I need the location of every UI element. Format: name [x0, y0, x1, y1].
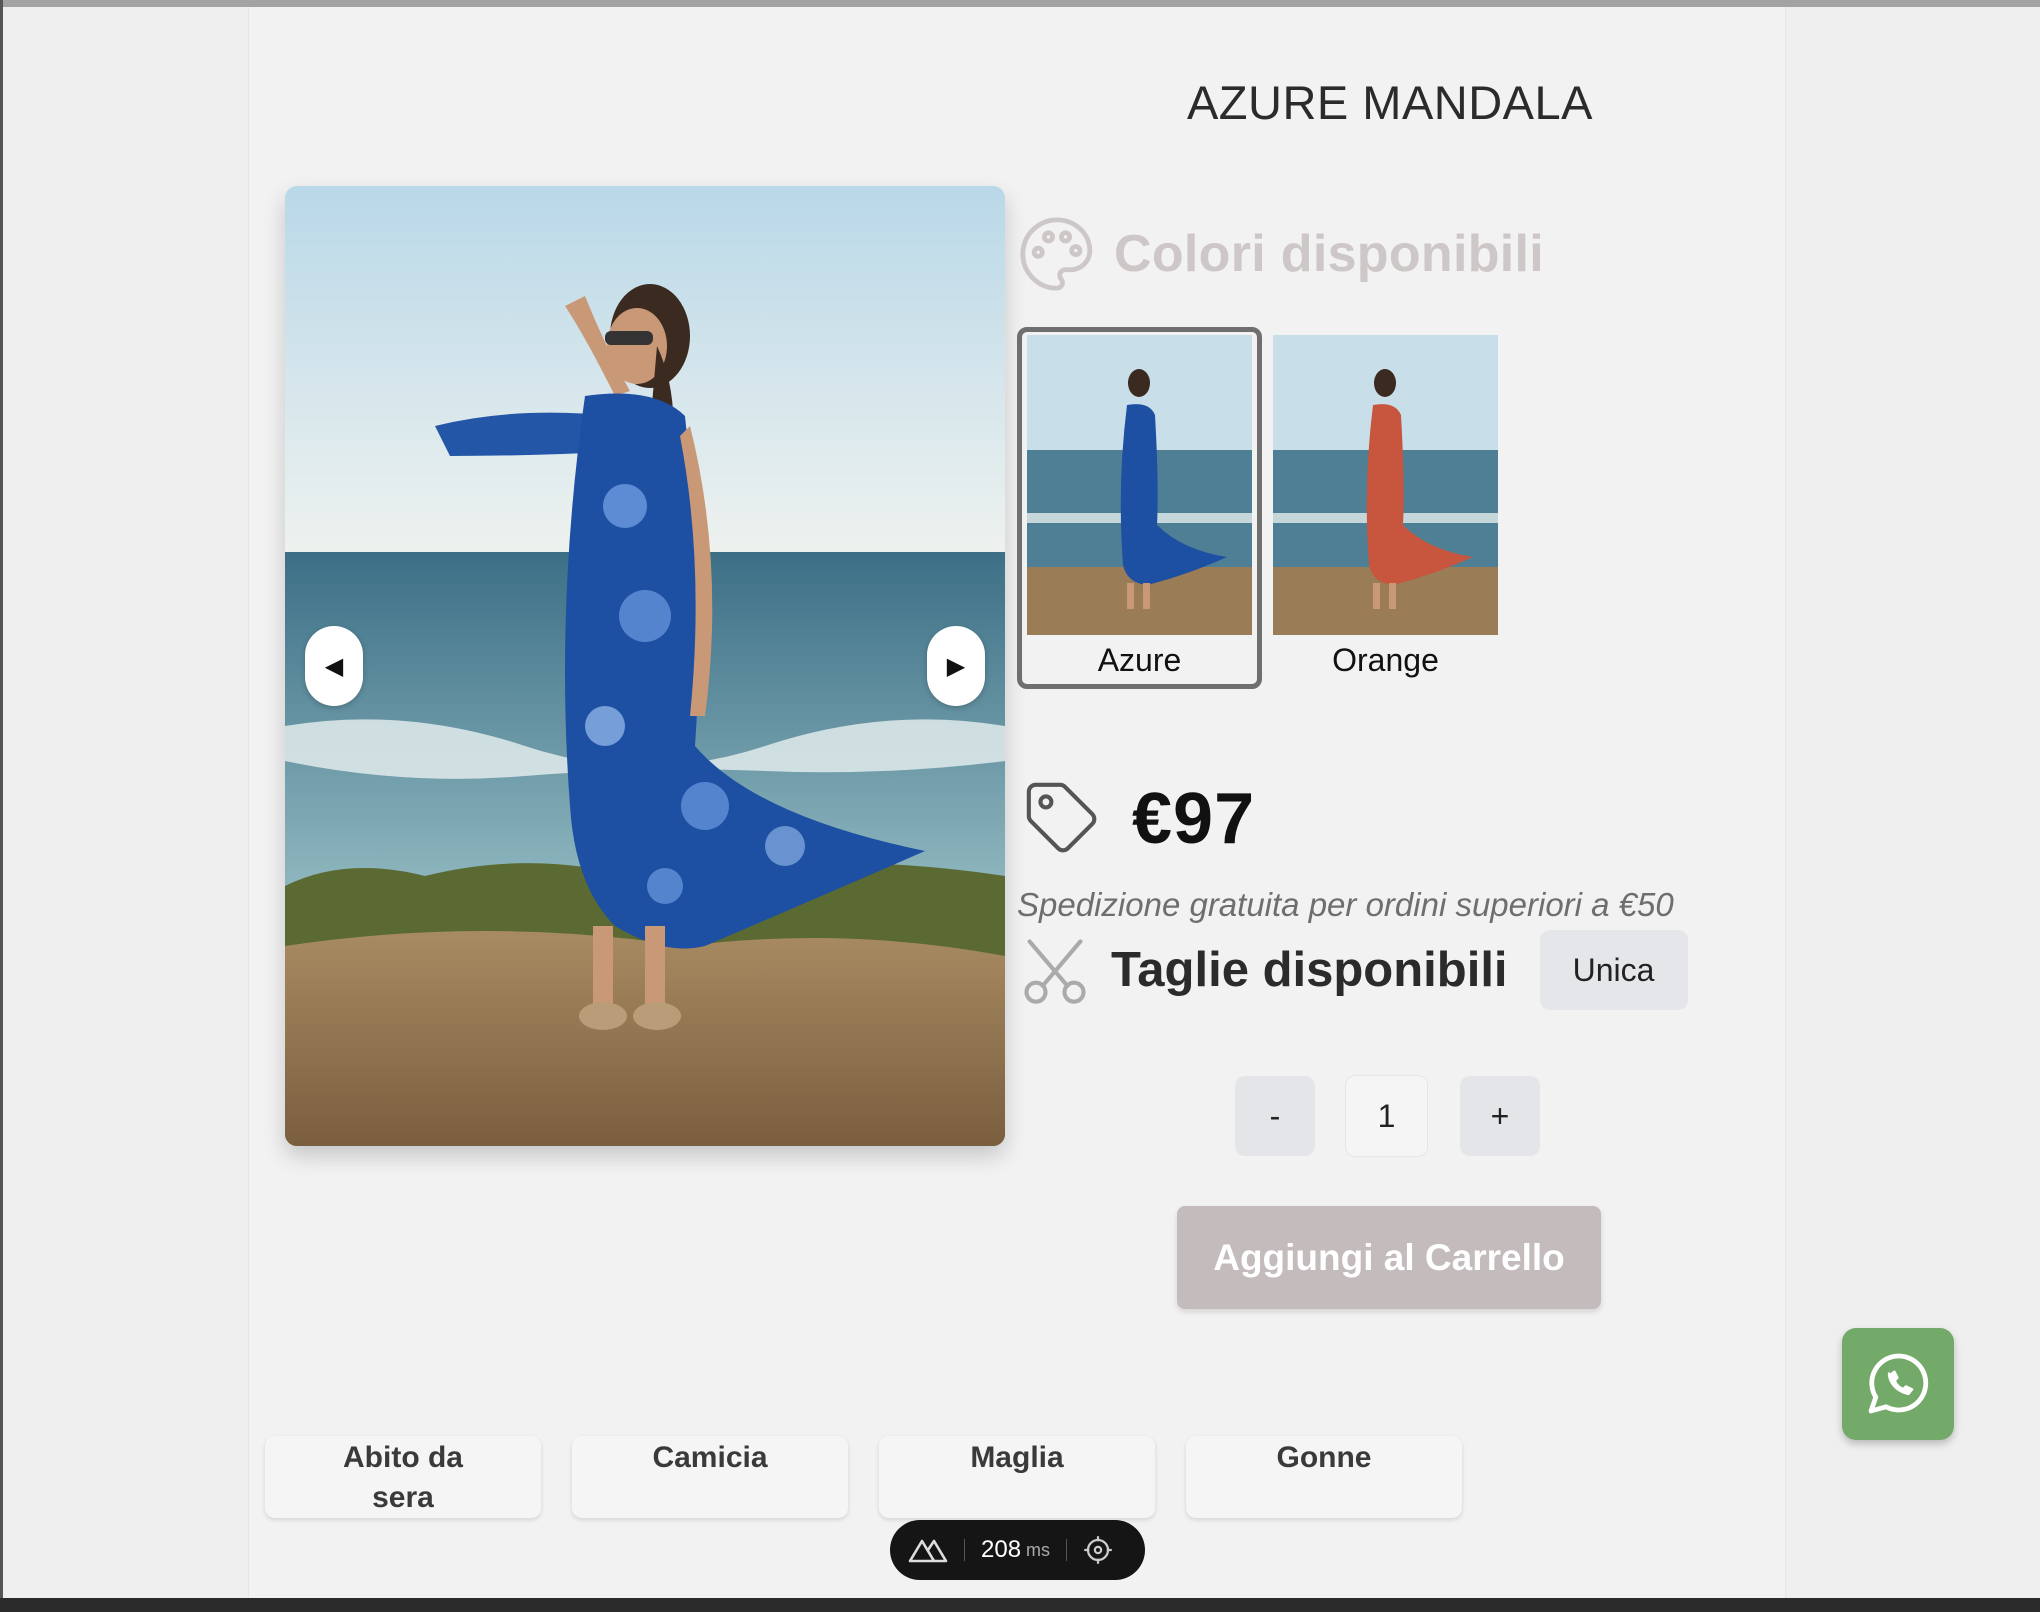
color-name-azure: Azure [1097, 642, 1182, 678]
product-gallery [285, 186, 1005, 1146]
palette-icon [1020, 217, 1093, 291]
render-time-unit: ms [1026, 1539, 1051, 1560]
whatsapp-button[interactable] [1842, 1328, 1954, 1440]
category-label: Gonne [1276, 1441, 1372, 1474]
category-label: Abito da sera [343, 1441, 463, 1514]
window-bottom-edge [0, 1598, 2040, 1612]
gallery-next-button[interactable]: ▶ [927, 626, 985, 706]
colors-heading-label: Colori disponibili [1114, 225, 1545, 283]
nuxt-logo-icon [908, 1539, 948, 1563]
window-left-edge [0, 0, 3, 1612]
whatsapp-icon [1868, 1353, 1929, 1414]
scissors-icon [1024, 939, 1086, 1004]
sizes-row: Taglie disponibili Unica [1017, 930, 1688, 1010]
quantity-value[interactable]: 1 [1345, 1075, 1428, 1157]
price-row: €97 [1022, 778, 1255, 860]
arrow-left-icon: ◀ [324, 652, 344, 680]
price-tag-icon [1026, 782, 1097, 853]
sizes-heading-label: Taglie disponibili [1111, 943, 1508, 997]
category-gonne[interactable]: Gonne [1186, 1436, 1462, 1518]
color-thumb-orange [1273, 335, 1498, 635]
target-icon[interactable] [1083, 1535, 1113, 1565]
color-name-orange: Orange [1332, 642, 1439, 678]
colors-heading: Colori disponibili [1016, 213, 1544, 295]
size-option-unica[interactable]: Unica [1539, 930, 1688, 1010]
category-maglia[interactable]: Maglia [879, 1436, 1155, 1518]
arrow-right-icon: ▶ [946, 652, 966, 680]
quantity-decrease-button[interactable]: - [1235, 1076, 1315, 1156]
shipping-note: Spedizione gratuita per ordini superiori… [1017, 886, 1674, 923]
color-thumb-azure [1027, 335, 1252, 635]
product-main-image [285, 186, 1005, 1146]
color-option-orange[interactable]: Orange [1263, 327, 1508, 689]
quantity-increase-button[interactable]: + [1460, 1076, 1540, 1156]
category-abito-da-sera[interactable]: Abito da sera [265, 1436, 541, 1518]
product-price: €97 [1132, 779, 1256, 859]
color-option-azure[interactable]: Azure [1017, 327, 1262, 689]
category-camicia[interactable]: Camicia [572, 1436, 848, 1518]
add-to-cart-button[interactable]: Aggiungi al Carrello [1177, 1206, 1601, 1309]
devbar-divider [964, 1539, 965, 1561]
dev-toolbar[interactable]: 208 ms [890, 1520, 1145, 1580]
gallery-prev-button[interactable]: ◀ [305, 626, 363, 706]
render-time-value: 208 [981, 1536, 1022, 1563]
devbar-divider [1066, 1539, 1068, 1561]
category-label: Maglia [970, 1441, 1064, 1474]
browser-top-edge [0, 0, 2040, 7]
product-title: AZURE MANDALA [1186, 76, 1594, 129]
category-label: Camicia [652, 1441, 768, 1474]
